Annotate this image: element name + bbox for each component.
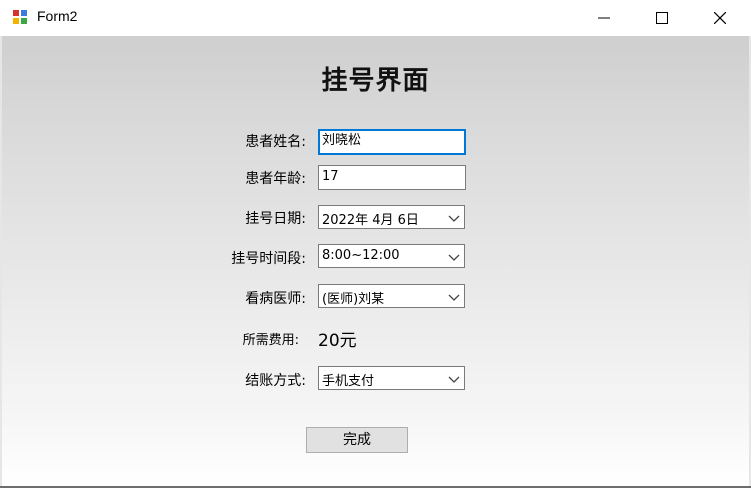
chevron-down-icon <box>448 254 460 261</box>
payment-select[interactable]: 手机支付 <box>318 366 465 390</box>
reg-date-value: 2022年 4月 6日 <box>322 213 419 228</box>
patient-name-label: 患者姓名: <box>245 134 306 150</box>
chevron-down-icon <box>448 376 460 383</box>
payment-label: 结账方式: <box>245 373 306 389</box>
window-title: Form2 <box>37 8 78 24</box>
time-slot-select[interactable]: 8:00~12:00 <box>318 244 465 268</box>
payment-value: 手机支付 <box>322 374 375 389</box>
fee-value: 20元 <box>318 331 357 351</box>
reg-date-picker[interactable]: 2022年 4月 6日 <box>318 205 465 229</box>
time-slot-value: 8:00~12:00 <box>322 248 400 263</box>
close-button[interactable] <box>691 0 749 36</box>
maximize-icon <box>656 12 668 24</box>
patient-name-input[interactable]: 刘晓松 <box>318 129 466 155</box>
patient-age-input[interactable]: 17 <box>318 165 466 190</box>
time-slot-label: 挂号时间段: <box>231 251 306 267</box>
doctor-select[interactable]: (医师)刘某 <box>318 284 465 308</box>
maximize-button[interactable] <box>633 0 691 36</box>
patient-age-label: 患者年龄: <box>245 171 306 187</box>
chevron-down-icon <box>448 294 460 301</box>
title-bar: Form2 <box>0 0 751 36</box>
doctor-value: (医师)刘某 <box>322 292 385 307</box>
page-title: 挂号界面 <box>321 66 430 96</box>
minimize-button[interactable] <box>575 0 633 36</box>
minimize-icon <box>598 17 610 19</box>
app-icon <box>12 9 28 25</box>
close-icon <box>714 12 726 24</box>
reg-date-label: 挂号日期: <box>245 211 306 227</box>
done-button[interactable]: 完成 <box>306 427 408 453</box>
doctor-label: 看病医师: <box>245 291 306 307</box>
chevron-down-icon <box>448 215 460 222</box>
fee-label: 所需费用: <box>242 333 299 348</box>
